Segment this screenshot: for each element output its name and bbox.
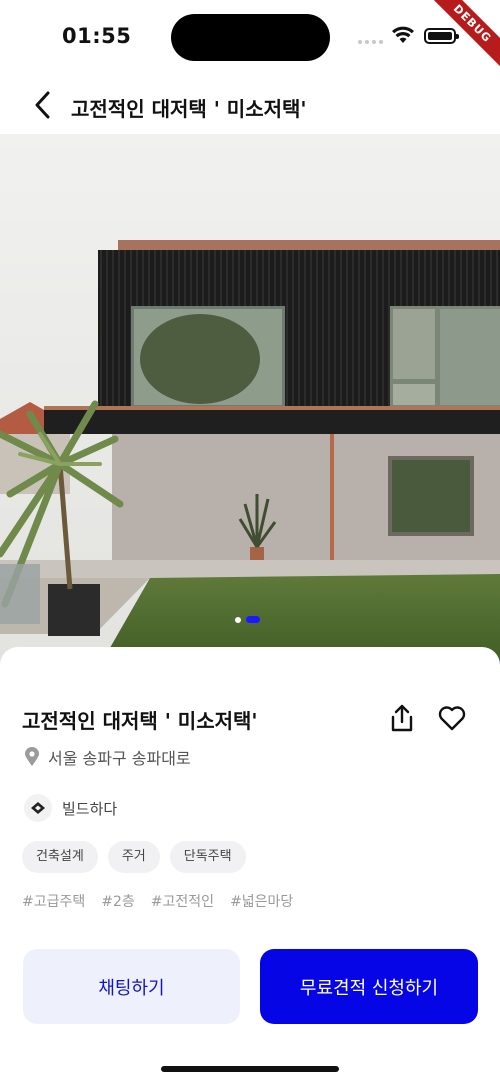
chat-button[interactable]: 채팅하기 xyxy=(23,949,240,1024)
location-text: 서울 송파구 송파대로 xyxy=(48,749,191,768)
hashtag: #넓은마당 xyxy=(230,894,294,910)
location-pin-icon xyxy=(25,747,39,766)
company-name: 빌드하다 xyxy=(62,799,118,818)
dynamic-island xyxy=(171,14,330,61)
hashtag-list: #고급주택 #2층 #고전적인 #넓은마당 xyxy=(22,891,293,911)
house-photo[interactable] xyxy=(0,134,500,674)
detail-sheet: 고전적인 대저택 ' 미소저택' 서울 송파구 송파대로 빌드하다 건축설계 주… xyxy=(0,647,500,1084)
tag-chip: 단독주택 xyxy=(169,841,246,873)
detail-title: 고전적인 대저택 ' 미소저택' xyxy=(22,709,258,733)
hashtag: #고전적인 xyxy=(150,894,215,910)
location: 서울 송파구 송파대로 xyxy=(24,745,191,769)
debug-banner: DEBUG xyxy=(420,0,500,80)
pagination-dot-active[interactable] xyxy=(246,616,260,623)
heart-icon[interactable] xyxy=(437,703,467,733)
hashtag: #고급주택 xyxy=(22,894,86,910)
page-title: 고전적인 대저택 ' 미소저택' xyxy=(71,97,307,121)
tag-chip: 건축설계 xyxy=(22,841,98,873)
back-button[interactable] xyxy=(26,88,58,122)
status-time: 01:55 xyxy=(62,24,132,48)
company-logo xyxy=(24,794,52,822)
company-info[interactable]: 빌드하다 xyxy=(24,794,117,822)
wifi-icon xyxy=(392,26,414,43)
tag-chip: 주거 xyxy=(107,841,160,873)
company-logo-icon xyxy=(31,802,45,814)
share-icon[interactable] xyxy=(388,703,416,733)
app-header: 고전적인 대저택 ' 미소저택' xyxy=(0,76,500,134)
pagination-dot[interactable] xyxy=(235,616,241,623)
home-indicator xyxy=(161,1066,339,1072)
free-quote-button[interactable]: 무료견적 신청하기 xyxy=(260,949,478,1024)
gallery-pagination[interactable] xyxy=(235,616,260,623)
signal-icon xyxy=(358,40,383,44)
chevron-left-icon xyxy=(35,91,50,119)
status-bar: 01:55 DEBUG xyxy=(0,0,500,76)
tag-list: 건축설계 주거 단독주택 xyxy=(22,841,246,873)
hashtag: #2층 xyxy=(101,894,135,910)
